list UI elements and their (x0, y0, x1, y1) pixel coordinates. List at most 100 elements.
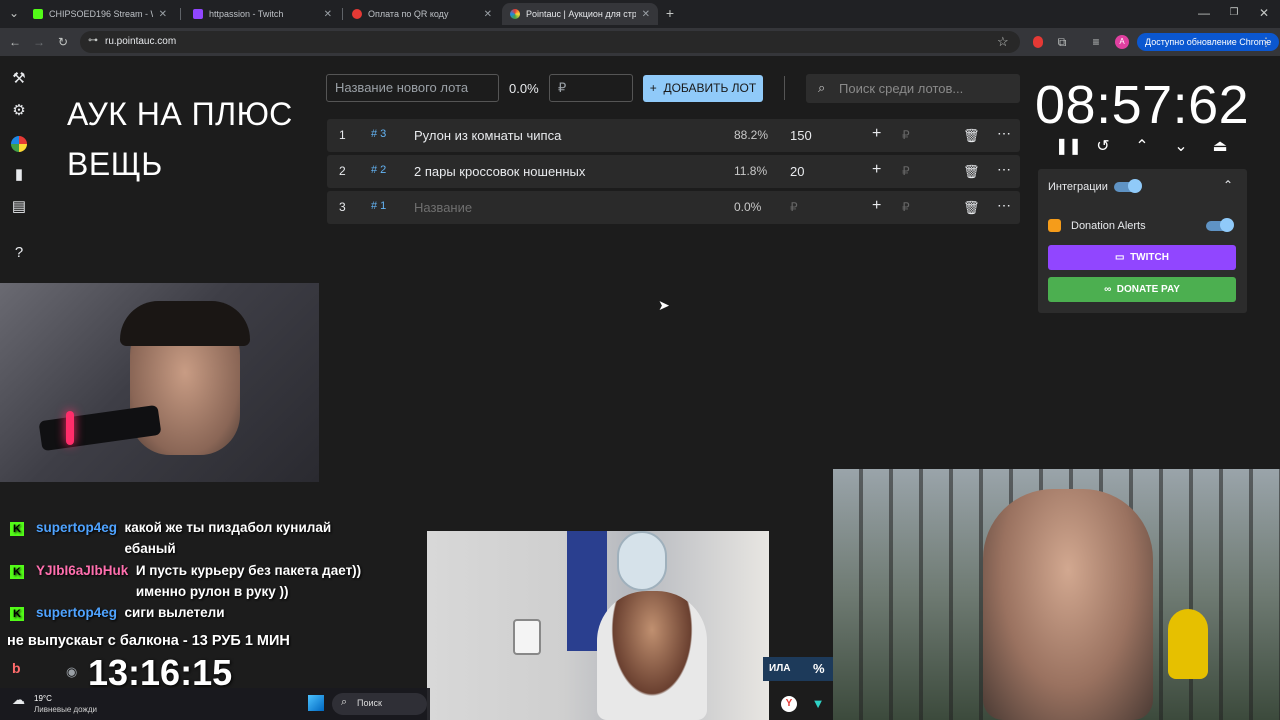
bookmark-star-icon[interactable]: ☆ (997, 34, 1009, 50)
lot-name[interactable]: 2 пары кроссовок ношенных (414, 164, 585, 179)
taskbar-search[interactable]: ⌕ Поиск (332, 693, 427, 715)
donation-alerts-toggle[interactable] (1206, 218, 1234, 232)
lot-amount[interactable]: 150 (790, 128, 812, 143)
plus-icon: + (649, 81, 657, 95)
delete-trash-icon[interactable]: 🗑 (963, 128, 980, 144)
lot-id: # 3 (371, 128, 387, 140)
lot-name[interactable]: Рулон из комнаты чипса (414, 128, 561, 143)
add-amount-input[interactable]: ₽ (902, 128, 910, 142)
reload-icon[interactable]: ↻ (55, 34, 71, 50)
tab-twitch[interactable]: httpassion - Twitch ✕ (185, 3, 340, 25)
twitch-favicon-icon (193, 9, 203, 19)
integrations-toggle[interactable] (1114, 179, 1142, 193)
site-info-icon[interactable]: ⊶ (88, 35, 98, 46)
window-close-icon[interactable]: ✕ (1256, 5, 1272, 21)
donation-goal-label: ИЛА (769, 663, 791, 674)
more-options-icon[interactable]: ⋯ (997, 197, 1011, 214)
close-icon[interactable]: ✕ (324, 9, 332, 20)
statistics-chart-icon[interactable]: ▮ (9, 165, 29, 185)
lot-amount[interactable]: ₽ (790, 200, 798, 214)
chat-text: И пусть курьеру без пакета дает)) именно… (135, 563, 362, 599)
tab-title: Оплата по QR коду (368, 9, 449, 19)
add-lot-label: ДОБАВИТЬ ЛОТ (663, 81, 757, 95)
add-amount-icon[interactable]: + (872, 125, 881, 143)
search-placeholder: Поиск среди лотов... (839, 81, 964, 96)
add-lot-button[interactable]: + ДОБАВИТЬ ЛОТ (643, 75, 763, 102)
lot-search-input[interactable]: ⌕ Поиск среди лотов... (806, 74, 1020, 103)
chat-message: Ksupertop4eg какой же ты пиздабол кунила… (10, 517, 385, 559)
lot-id: # 1 (371, 200, 387, 212)
kick-badge-icon: K (10, 565, 24, 579)
lot-row: 1 # 3 Рулон из комнаты чипса 88.2% 150 +… (327, 119, 1020, 152)
close-icon[interactable]: ✕ (642, 9, 650, 20)
extension-icon[interactable] (1033, 36, 1043, 48)
chevron-down-icon[interactable]: ⌄ (1172, 136, 1190, 156)
more-options-icon[interactable]: ⋯ (997, 125, 1011, 142)
donation-ticker: не выпускаьт с балкона - 13 РУБ 1 МИН (7, 633, 290, 649)
windows-start-icon[interactable] (308, 695, 324, 711)
tab-title: CHIPSOED196 Stream - Watch Li (49, 9, 153, 19)
collapse-chevron-icon[interactable]: ⌃ (1223, 178, 1233, 192)
tab-qr-payment[interactable]: Оплата по QR коду ✕ (344, 3, 500, 25)
new-lot-amount-input[interactable]: ₽ (549, 74, 633, 102)
restore-icon[interactable]: ❐ (1226, 5, 1242, 21)
pause-icon[interactable]: ❚❚ (1055, 136, 1082, 156)
kick-badge-icon: K (10, 607, 24, 621)
vpn-shield-icon[interactable]: ▼ (810, 696, 826, 712)
delete-trash-icon[interactable]: 🗑 (963, 164, 980, 180)
chat-message: Ksupertop4eg сиги вылетели (10, 602, 225, 623)
integrations-panel: Интеграции ⌃ Donation Alerts ▭ TWITCH ∞ … (1038, 169, 1247, 313)
tab-pointauc[interactable]: Pointauc | Аукцион для стрим ✕ (502, 3, 658, 25)
media-control-icon[interactable]: ≡ (1088, 34, 1104, 50)
chevron-up-icon[interactable]: ⌃ (1133, 136, 1151, 156)
new-lot-name-input[interactable]: Название нового лота (326, 74, 499, 102)
taskbar-search-label: Поиск (357, 698, 382, 708)
close-icon[interactable]: ✕ (159, 9, 167, 20)
lot-percent: 88.2% (734, 128, 769, 142)
extensions-puzzle-icon[interactable]: ⧉ (1054, 34, 1070, 50)
profile-avatar[interactable]: A (1115, 35, 1129, 49)
donatepay-button[interactable]: ∞ DONATE PAY (1048, 277, 1236, 302)
menu-kebab-icon[interactable]: ⋮ (1258, 34, 1274, 50)
wheel-icon[interactable] (11, 136, 27, 152)
lot-name[interactable]: Название (414, 200, 472, 215)
auction-gavel-icon[interactable]: ⚒ (9, 69, 29, 89)
tab-title: httpassion - Twitch (209, 9, 284, 19)
new-tab-icon[interactable]: + (662, 5, 678, 21)
close-icon[interactable]: ✕ (484, 9, 492, 20)
forward-icon[interactable]: → (31, 34, 47, 50)
yandex-browser-icon[interactable]: Y (781, 696, 797, 712)
toilet-paper-shape (513, 619, 541, 655)
lot-percent: 0.0% (734, 200, 762, 214)
person-figure (983, 489, 1153, 720)
donation-goal-bar: ИЛА % (763, 657, 833, 681)
lot-amount[interactable]: 20 (790, 164, 804, 179)
donation-alerts-label: Donation Alerts (1071, 220, 1146, 232)
add-amount-input[interactable]: ₽ (902, 164, 910, 178)
settings-gear-icon[interactable]: ⚙ (9, 101, 29, 121)
double-up-icon[interactable]: ⏏ (1211, 136, 1229, 156)
search-icon: ⌕ (341, 696, 348, 708)
add-amount-icon[interactable]: + (872, 161, 881, 179)
help-icon[interactable]: ? (9, 243, 29, 263)
qr-favicon-icon (352, 9, 362, 19)
weather-text: Ливневые дожди (34, 705, 98, 714)
add-amount-icon[interactable]: + (872, 197, 881, 215)
history-clipboard-icon[interactable]: ▤ (9, 197, 29, 217)
donatepay-label: DONATE PAY (1116, 284, 1180, 295)
kick-badge-icon: K (10, 522, 24, 536)
address-bar[interactable]: ⊶ ru.pointauc.com ☆ (80, 31, 1020, 53)
reset-icon[interactable]: ↺ (1094, 136, 1112, 156)
more-options-icon[interactable]: ⋯ (997, 161, 1011, 178)
delete-trash-icon[interactable]: 🗑 (963, 200, 980, 216)
back-icon[interactable]: ← (7, 34, 23, 50)
add-amount-input[interactable]: ₽ (902, 200, 910, 214)
hair-shape (120, 301, 250, 346)
tab-search-icon[interactable]: ⌄ (6, 5, 22, 21)
minimize-icon[interactable]: — (1196, 5, 1212, 21)
tab-chipsoed[interactable]: CHIPSOED196 Stream - Watch Li ✕ (25, 3, 175, 25)
lot-index: 3 (339, 200, 346, 214)
auction-timer: 08:57:62 (1035, 75, 1250, 135)
chat-message: K YJIbI6aJIbHuk И пусть курьеру без пакет… (10, 560, 396, 602)
twitch-button[interactable]: ▭ TWITCH (1048, 245, 1236, 270)
